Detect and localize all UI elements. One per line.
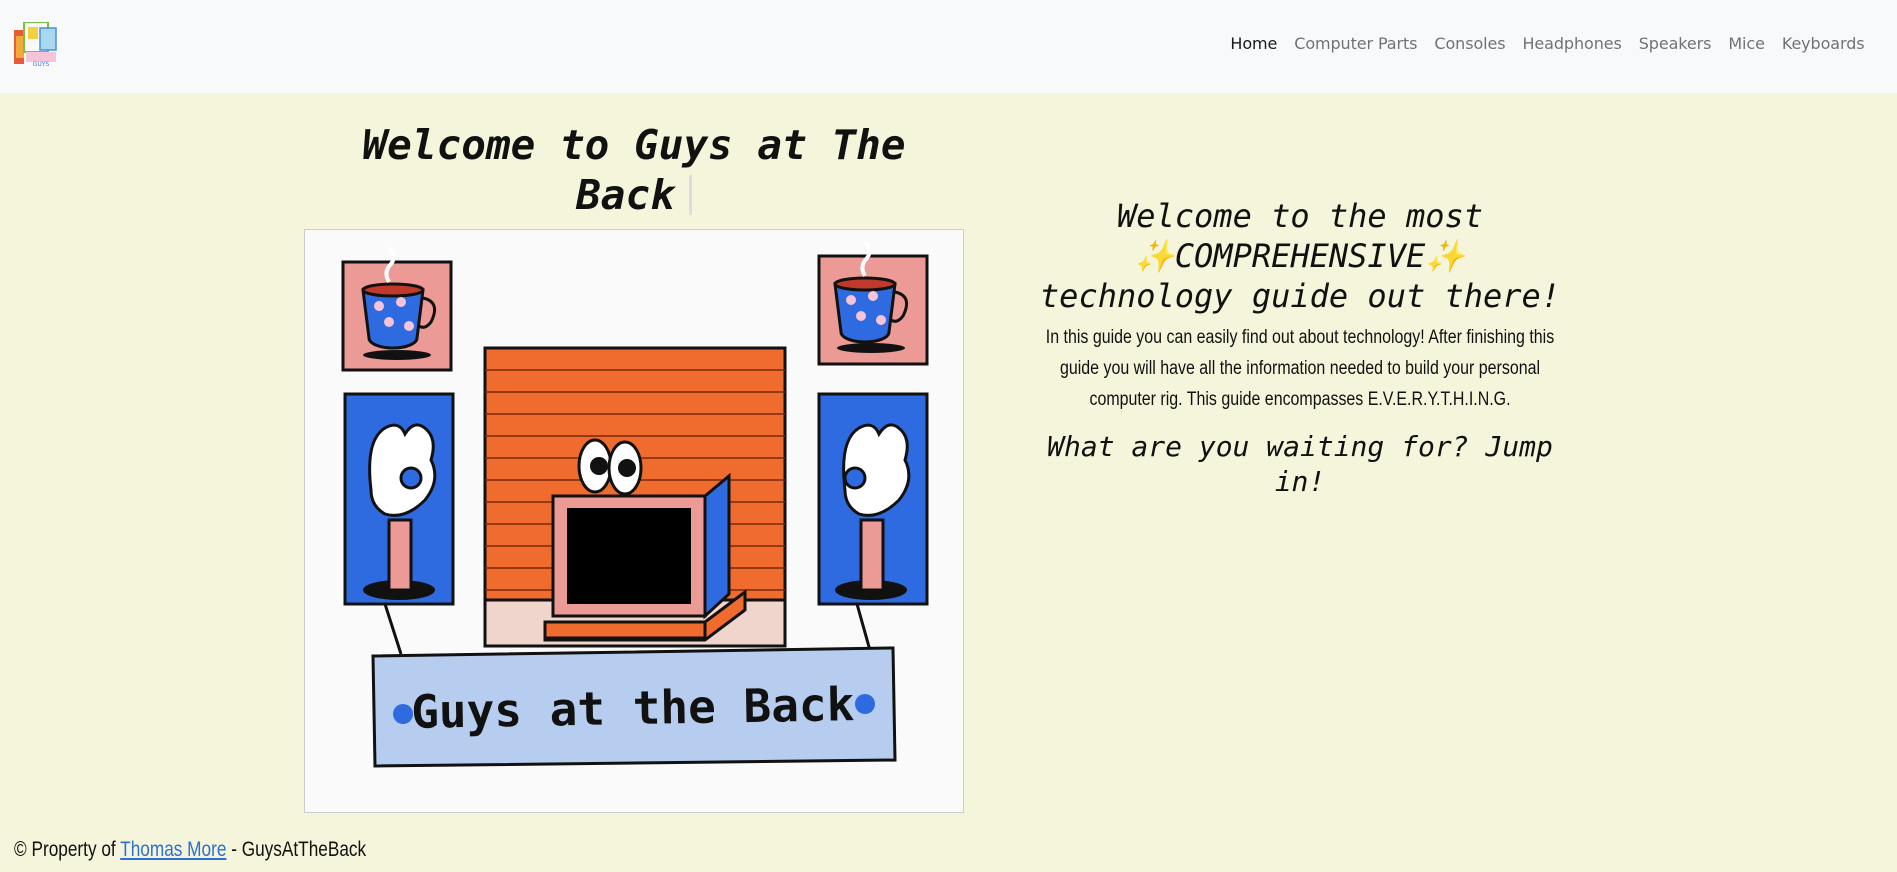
hero-illustration: Guys at the Back [304,229,964,813]
footer-suffix: - GuysAtTheBack [226,838,367,861]
intro-paragraph: In this guide you can easily find out ab… [1045,327,1555,410]
intro-section: Welcome to the most ✨COMPREHENSIVE✨ tech… [1030,196,1570,499]
ok-hand-left-icon [343,392,455,655]
nav-keyboards[interactable]: Keyboards [1773,34,1873,53]
navbar: GUYS Home Computer Parts Consoles Headph… [0,0,1897,93]
svg-text:GUYS: GUYS [33,61,50,68]
banner-text: Guys at the Back [411,677,855,739]
nav-headphones[interactable]: Headphones [1514,34,1630,53]
nav-consoles[interactable]: Consoles [1426,34,1514,53]
footer-prefix: © Property of [14,838,121,861]
footer-author-link[interactable]: Thomas More [120,838,226,861]
banner: Guys at the Back [371,646,897,768]
nav-home[interactable]: Home [1222,34,1286,53]
hero-title: Welcome to Guys at The Back [304,120,964,220]
footer: © Property of Thomas More - GuysAtTheBac… [14,838,366,862]
main-nav: Home Computer Parts Consoles Headphones … [1222,34,1873,53]
nav-computer-parts[interactable]: Computer Parts [1286,34,1426,53]
coffee-cup-left-icon [341,246,453,372]
intro-heading-line2: ✨COMPREHENSIVE✨ [1134,237,1466,275]
nav-speakers[interactable]: Speakers [1630,34,1720,53]
ok-hand-right-icon [817,392,929,655]
coffee-cup-right-icon [817,240,929,366]
intro-heading-line3: technology guide out there! [1039,277,1561,315]
intro-cta: What are you waiting for? Jump in! [1047,430,1553,498]
intro-heading-line1: Welcome to the most [1116,197,1484,235]
hero-title-text: Welcome to Guys at The Back [362,121,906,219]
nav-mice[interactable]: Mice [1720,34,1774,53]
intro-heading: Welcome to the most ✨COMPREHENSIVE✨ tech… [1030,196,1570,316]
site-logo-icon[interactable]: GUYS [14,21,58,68]
typing-cursor [688,175,692,215]
